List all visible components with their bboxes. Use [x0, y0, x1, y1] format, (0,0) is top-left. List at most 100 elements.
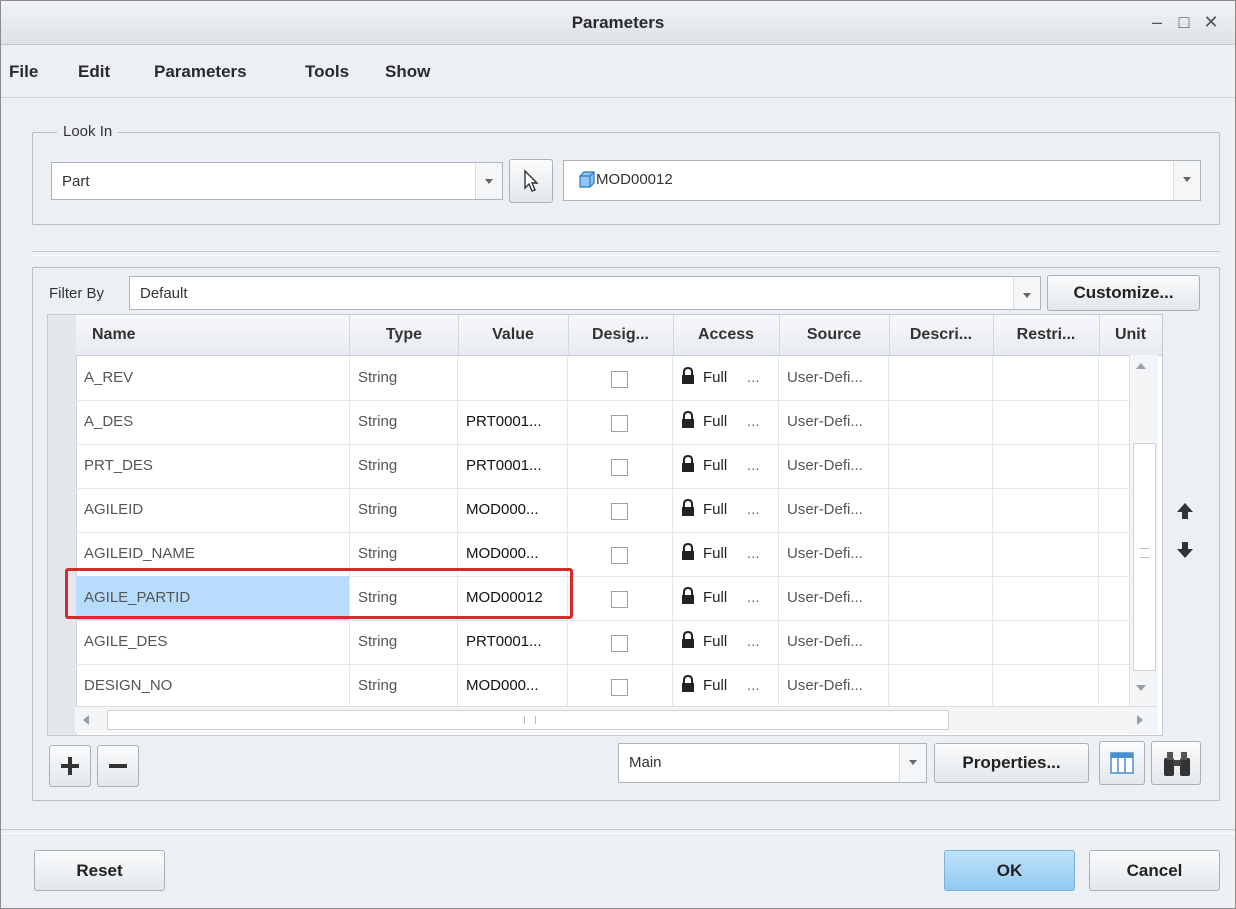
cell-restr[interactable] [993, 356, 1099, 400]
cell-type[interactable]: String [350, 576, 458, 620]
cell-type[interactable]: String [350, 400, 458, 444]
cell-unit[interactable] [1099, 532, 1130, 576]
cell-designate[interactable] [568, 664, 673, 708]
cell-designate[interactable] [568, 400, 673, 444]
access-more-button[interactable]: ... [747, 620, 760, 664]
cell-source[interactable]: User-Defi... [779, 664, 889, 708]
cell-unit[interactable] [1099, 664, 1130, 708]
cell-name[interactable]: DESIGN_NO [76, 664, 350, 708]
designate-checkbox[interactable] [611, 415, 628, 432]
col-name[interactable]: Name [76, 315, 350, 355]
cell-restr[interactable] [993, 400, 1099, 444]
vertical-scrollbar[interactable] [1129, 355, 1158, 734]
table-row[interactable]: AGILE_PARTID String MOD00012 Full... User-De… [76, 576, 1158, 621]
remove-parameter-button[interactable] [97, 745, 139, 787]
cell-value[interactable] [458, 356, 568, 400]
table-row[interactable]: AGILE_DES String PRT0001... Full... User-Def… [76, 620, 1158, 665]
cell-source[interactable]: User-Defi... [779, 444, 889, 488]
chevron-down-icon[interactable] [1173, 161, 1200, 200]
menu-tools[interactable]: Tools [305, 62, 349, 82]
access-more-button[interactable]: ... [747, 356, 760, 400]
scroll-up-icon[interactable] [1136, 363, 1146, 369]
select-item-button[interactable] [509, 159, 553, 203]
access-more-button[interactable]: ... [747, 400, 760, 444]
cell-value[interactable]: PRT0001... [458, 444, 568, 488]
cell-unit[interactable] [1099, 620, 1130, 664]
cell-descr[interactable] [889, 488, 993, 532]
minimize-icon[interactable]: – [1146, 11, 1168, 33]
maximize-icon[interactable]: □ [1173, 11, 1195, 33]
chevron-down-icon[interactable] [899, 744, 926, 782]
cell-access[interactable]: Full... [673, 664, 779, 708]
table-row[interactable]: AGILEID String MOD000... Full... User-Defi..… [76, 488, 1158, 533]
horizontal-scrollbar[interactable] [75, 706, 1157, 733]
designate-checkbox[interactable] [611, 635, 628, 652]
columns-button[interactable] [1099, 741, 1145, 785]
cell-access[interactable]: Full... [673, 356, 779, 400]
access-more-button[interactable]: ... [747, 532, 760, 576]
cell-type[interactable]: String [350, 488, 458, 532]
cell-name[interactable]: PRT_DES [76, 444, 350, 488]
scroll-right-icon[interactable] [1137, 715, 1143, 725]
cell-designate[interactable] [568, 576, 673, 620]
col-description[interactable]: Descri... [889, 315, 994, 355]
cell-access[interactable]: Full... [673, 400, 779, 444]
table-row[interactable]: PRT_DES String PRT0001... Full... User-Defi.… [76, 444, 1158, 489]
customize-button[interactable]: Customize... [1047, 275, 1200, 311]
col-source[interactable]: Source [779, 315, 890, 355]
col-designate[interactable]: Desig... [568, 315, 674, 355]
cell-value[interactable]: MOD000... [458, 664, 568, 708]
vertical-scroll-thumb[interactable] [1133, 443, 1156, 671]
scroll-left-icon[interactable] [83, 715, 89, 725]
cell-unit[interactable] [1099, 488, 1130, 532]
horizontal-scroll-thumb[interactable] [107, 710, 949, 730]
cell-designate[interactable] [568, 444, 673, 488]
cancel-button[interactable]: Cancel [1089, 850, 1220, 891]
access-more-button[interactable]: ... [747, 444, 760, 488]
cell-type[interactable]: String [350, 664, 458, 708]
col-type[interactable]: Type [350, 315, 459, 355]
table-row[interactable]: AGILEID_NAME String MOD000... Full... User-D… [76, 532, 1158, 577]
cell-name[interactable]: AGILEID_NAME [76, 532, 350, 576]
col-value[interactable]: Value [458, 315, 569, 355]
chevron-down-icon[interactable] [475, 163, 502, 199]
cell-unit[interactable] [1099, 400, 1130, 444]
cell-type[interactable]: String [350, 532, 458, 576]
reset-button[interactable]: Reset [34, 850, 165, 891]
cell-restr[interactable] [993, 664, 1099, 708]
arrow-down-icon[interactable] [1175, 540, 1195, 560]
cell-descr[interactable] [889, 356, 993, 400]
designate-checkbox[interactable] [611, 591, 628, 608]
view-select[interactable]: Main [618, 743, 927, 783]
cell-value[interactable]: MOD000... [458, 532, 568, 576]
cell-type[interactable]: String [350, 444, 458, 488]
designate-checkbox[interactable] [611, 547, 628, 564]
cell-access[interactable]: Full... [673, 620, 779, 664]
table-row[interactable]: A_REV String Full... User-Defi... [76, 356, 1158, 401]
cell-source[interactable]: User-Defi... [779, 488, 889, 532]
cell-restr[interactable] [993, 488, 1099, 532]
properties-button[interactable]: Properties... [934, 743, 1089, 783]
menu-edit[interactable]: Edit [78, 62, 110, 82]
cell-restr[interactable] [993, 576, 1099, 620]
cell-access[interactable]: Full... [673, 488, 779, 532]
cell-access[interactable]: Full... [673, 444, 779, 488]
cell-restr[interactable] [993, 532, 1099, 576]
access-more-button[interactable]: ... [747, 664, 760, 708]
cell-name[interactable]: AGILE_DES [76, 620, 350, 664]
cell-source[interactable]: User-Defi... [779, 400, 889, 444]
arrow-up-icon[interactable] [1175, 501, 1195, 521]
cell-name[interactable]: AGILE_PARTID [76, 576, 350, 620]
cell-designate[interactable] [568, 356, 673, 400]
table-row[interactable]: A_DES String PRT0001... Full... User-Defi... [76, 400, 1158, 445]
cell-descr[interactable] [889, 400, 993, 444]
cell-descr[interactable] [889, 664, 993, 708]
col-unit[interactable]: Unit [1099, 315, 1162, 355]
cell-source[interactable]: User-Defi... [779, 576, 889, 620]
cell-name[interactable]: A_DES [76, 400, 350, 444]
cell-source[interactable]: User-Defi... [779, 532, 889, 576]
access-more-button[interactable]: ... [747, 488, 760, 532]
cell-descr[interactable] [889, 444, 993, 488]
cell-unit[interactable] [1099, 356, 1130, 400]
menu-parameters[interactable]: Parameters [154, 62, 247, 82]
